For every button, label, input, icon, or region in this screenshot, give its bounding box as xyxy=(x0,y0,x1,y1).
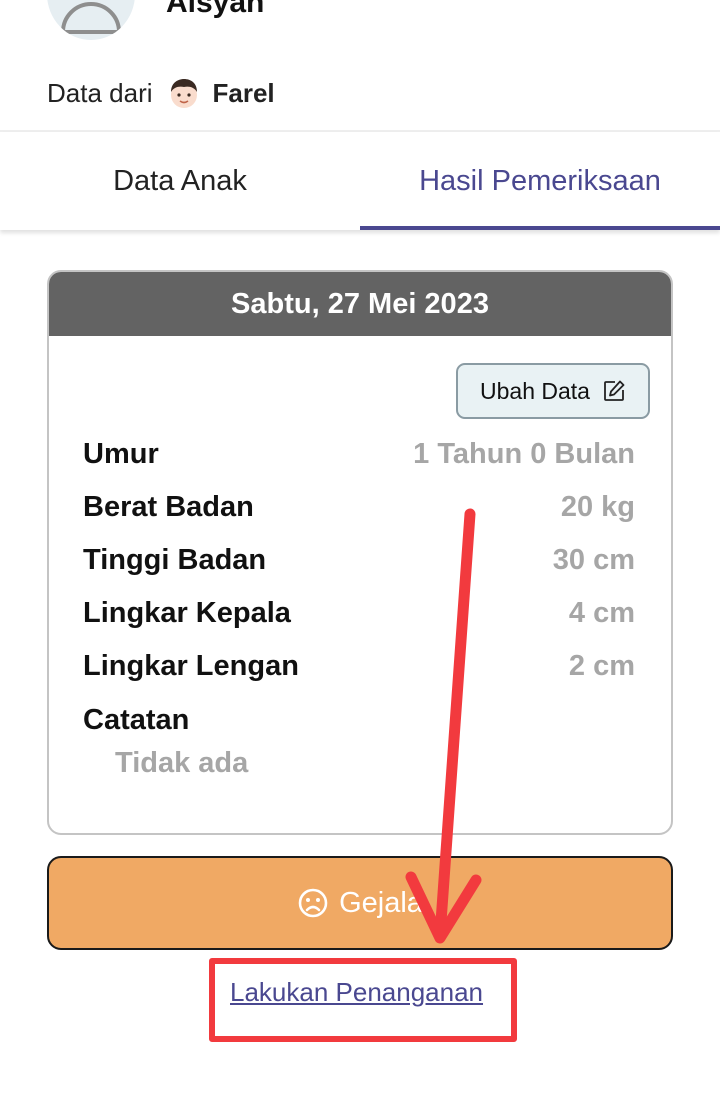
row-value: 4 cm xyxy=(568,597,635,629)
child-name: Aisyah xyxy=(166,0,265,19)
row-label: Lingkar Kepala xyxy=(83,597,291,629)
row-label: Umur xyxy=(83,438,159,470)
row-value: 20 kg xyxy=(560,491,635,523)
row-value: 2 cm xyxy=(568,650,635,682)
notes-value: Tidak ada xyxy=(115,747,249,779)
row-value: 1 Tahun 0 Bulan xyxy=(413,438,635,470)
row-label: Tinggi Badan xyxy=(83,544,267,576)
exam-date: Sabtu, 27 Mei 2023 xyxy=(49,272,671,336)
edit-data-label: Ubah Data xyxy=(480,377,590,404)
row-tinggi-badan: Tinggi Badan 30 cm xyxy=(83,544,635,577)
row-label: Berat Badan xyxy=(83,491,254,523)
avatar xyxy=(47,0,135,40)
row-label: Lingkar Lengan xyxy=(83,650,299,682)
edit-data-button[interactable]: Ubah Data xyxy=(456,363,650,419)
person-silhouette-icon xyxy=(60,2,122,34)
symptoms-label: Gejala xyxy=(339,886,423,919)
boy-face-emoji-icon xyxy=(170,79,197,108)
edit-pencil-icon xyxy=(604,380,625,401)
handle-action-link[interactable]: Lakukan Penanganan xyxy=(230,977,483,1008)
exam-result-card: Sabtu, 27 Mei 2023 Ubah Data Umur 1 Tahu… xyxy=(47,270,673,835)
row-lingkar-kepala: Lingkar Kepala 4 cm xyxy=(83,597,635,630)
row-lingkar-lengan: Lingkar Lengan 2 cm xyxy=(83,650,635,683)
tab-hasil-pemeriksaan[interactable]: Hasil Pemeriksaan xyxy=(360,132,720,230)
notes-label: Catatan xyxy=(83,704,190,736)
symptoms-button[interactable]: Gejala xyxy=(47,856,673,950)
sad-face-icon xyxy=(298,888,328,918)
parent-name: Farel xyxy=(212,77,275,108)
row-value: 30 cm xyxy=(552,544,635,576)
tab-data-anak[interactable]: Data Anak xyxy=(0,132,360,230)
data-source-line: Data dari Farel xyxy=(47,76,275,110)
profile-header: Aisyah Data dari Farel xyxy=(0,0,720,130)
data-from-label: Data dari xyxy=(47,77,153,108)
row-umur: Umur 1 Tahun 0 Bulan xyxy=(83,438,635,471)
row-berat-badan: Berat Badan 20 kg xyxy=(83,491,635,524)
tab-bar: Data Anak Hasil Pemeriksaan xyxy=(0,132,720,230)
